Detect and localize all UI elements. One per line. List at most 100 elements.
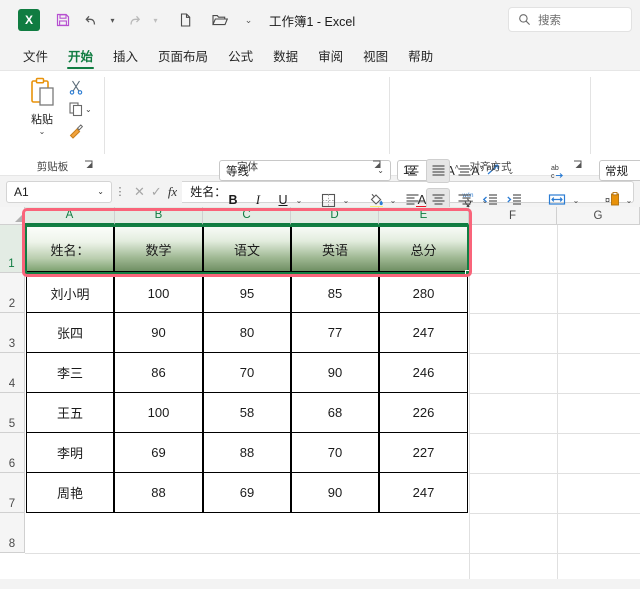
cell-e7[interactable]: 247 <box>379 473 468 513</box>
column-header-e[interactable]: E <box>379 207 469 225</box>
cell-d4[interactable]: 90 <box>291 353 379 393</box>
paste-label: 粘贴 <box>31 114 53 126</box>
decrease-indent-icon <box>482 194 497 205</box>
underline-icon: U <box>278 193 288 207</box>
cell-e6[interactable]: 227 <box>379 433 468 473</box>
cell-a7[interactable]: 周艳 <box>26 473 114 513</box>
cell-d3[interactable]: 77 <box>291 313 379 353</box>
font-dialog-launcher[interactable] <box>372 160 384 172</box>
cell-b6[interactable]: 69 <box>114 433 203 473</box>
cell-e1[interactable]: 总分 <box>379 226 468 272</box>
search-placeholder: 搜索 <box>538 14 561 27</box>
cell-b7[interactable]: 88 <box>114 473 203 513</box>
tab-help[interactable]: 帮助 <box>399 43 442 70</box>
customize-qat-icon[interactable]: ⌄ <box>242 7 255 33</box>
row-header-1[interactable]: 1 <box>0 225 25 273</box>
save-icon[interactable] <box>50 7 76 33</box>
row-header-3[interactable]: 3 <box>0 313 25 353</box>
font-group-label: 字体 <box>237 161 258 173</box>
column-header-g[interactable]: G <box>557 207 640 225</box>
row-header-4[interactable]: 4 <box>0 353 25 393</box>
cell-c7[interactable]: 69 <box>203 473 291 513</box>
cell-a6[interactable]: 李明 <box>26 433 114 473</box>
cell-c4[interactable]: 70 <box>203 353 291 393</box>
redo-caret-icon[interactable]: ▾ <box>149 7 162 33</box>
format-painter-button[interactable] <box>68 123 84 139</box>
cell-a3[interactable]: 张四 <box>26 313 114 353</box>
tab-file[interactable]: 文件 <box>14 43 57 70</box>
paste-caret-icon[interactable]: ⌄ <box>39 128 46 136</box>
alignment-dialog-launcher[interactable] <box>573 160 585 172</box>
cell-b5[interactable]: 100 <box>114 393 203 433</box>
cell-e4[interactable]: 246 <box>379 353 468 393</box>
fill-handle[interactable] <box>465 270 471 276</box>
tab-insert[interactable]: 插入 <box>104 43 147 70</box>
copy-caret-icon[interactable]: ⌄ <box>85 105 92 114</box>
search-icon <box>519 14 530 25</box>
cell-a4[interactable]: 李三 <box>26 353 114 393</box>
tab-data[interactable]: 数据 <box>264 43 307 70</box>
name-box[interactable]: A1 ⌄ <box>6 180 112 203</box>
copy-button[interactable]: ⌄ <box>68 101 92 117</box>
cell-c1[interactable]: 语文 <box>203 226 291 272</box>
new-file-icon[interactable] <box>172 7 198 33</box>
name-box-value: A1 <box>14 184 29 199</box>
ribbon-group-number: 常规 ¤ ⌄ <box>591 71 640 205</box>
cell-b2[interactable]: 100 <box>114 274 203 313</box>
undo-icon[interactable] <box>78 7 104 33</box>
row-header-5[interactable]: 5 <box>0 393 25 433</box>
copy-icon <box>69 102 83 117</box>
cell-e2[interactable]: 280 <box>379 274 468 313</box>
cell-d1[interactable]: 英语 <box>291 226 379 272</box>
cell-b3[interactable]: 90 <box>114 313 203 353</box>
cut-button[interactable] <box>68 79 84 95</box>
scissors-icon <box>69 80 83 95</box>
column-header-c[interactable]: C <box>203 207 291 225</box>
cell-b4[interactable]: 86 <box>114 353 203 393</box>
cell-e3[interactable]: 247 <box>379 313 468 353</box>
svg-text:c: c <box>551 173 555 180</box>
fx-icon[interactable]: fx <box>168 184 177 200</box>
tab-page-layout[interactable]: 页面布局 <box>149 43 217 70</box>
cancel-icon[interactable]: ✕ <box>134 184 145 200</box>
ribbon-group-font: 等线 ⌄ 12 ⌄ A˄ A˅ B I U ⌄ <box>105 71 488 211</box>
clipboard-dialog-launcher[interactable] <box>84 160 96 172</box>
cell-d2[interactable]: 85 <box>291 274 379 313</box>
search-box[interactable]: 搜索 <box>508 7 632 32</box>
tab-view[interactable]: 视图 <box>354 43 397 70</box>
tab-review[interactable]: 审阅 <box>309 43 352 70</box>
select-all-corner[interactable] <box>0 207 25 225</box>
row-header-6[interactable]: 6 <box>0 433 25 473</box>
paste-button[interactable]: 粘贴 ⌄ <box>18 77 66 136</box>
cell-c2[interactable]: 95 <box>203 274 291 313</box>
cell-d5[interactable]: 68 <box>291 393 379 433</box>
number-format-select[interactable]: 常规 <box>599 160 640 181</box>
cell-d7[interactable]: 90 <box>291 473 379 513</box>
row-header-7[interactable]: 7 <box>0 473 25 513</box>
cell-c5[interactable]: 58 <box>203 393 291 433</box>
merge-center-icon <box>548 194 566 205</box>
cell-a2[interactable]: 刘小明 <box>26 274 114 313</box>
undo-caret-icon[interactable]: ▾ <box>106 7 119 33</box>
cell-e5[interactable]: 226 <box>379 393 468 433</box>
column-header-f[interactable]: F <box>469 207 557 225</box>
cell-d6[interactable]: 70 <box>291 433 379 473</box>
cell-b1[interactable]: 数学 <box>114 226 203 272</box>
name-box-caret-icon[interactable]: ⌄ <box>97 187 111 196</box>
tab-formulas[interactable]: 公式 <box>219 43 262 70</box>
cell-c3[interactable]: 80 <box>203 313 291 353</box>
row-header-8[interactable]: 8 <box>0 513 25 553</box>
column-header-a[interactable]: A <box>25 207 115 225</box>
row-header-2[interactable]: 2 <box>0 273 25 313</box>
bold-icon: B <box>228 193 238 207</box>
column-header-b[interactable]: B <box>115 207 203 225</box>
tab-home[interactable]: 开始 <box>59 43 102 70</box>
redo-icon[interactable] <box>121 7 147 33</box>
cell-a1[interactable]: 姓名： <box>26 226 114 272</box>
cell-c6[interactable]: 88 <box>203 433 291 473</box>
open-folder-icon[interactable] <box>206 7 232 33</box>
confirm-icon[interactable]: ✓ <box>151 184 162 200</box>
column-header-d[interactable]: D <box>291 207 379 225</box>
accounting-format-button[interactable]: ¤ <box>602 189 622 209</box>
cell-a5[interactable]: 王五 <box>26 393 114 433</box>
